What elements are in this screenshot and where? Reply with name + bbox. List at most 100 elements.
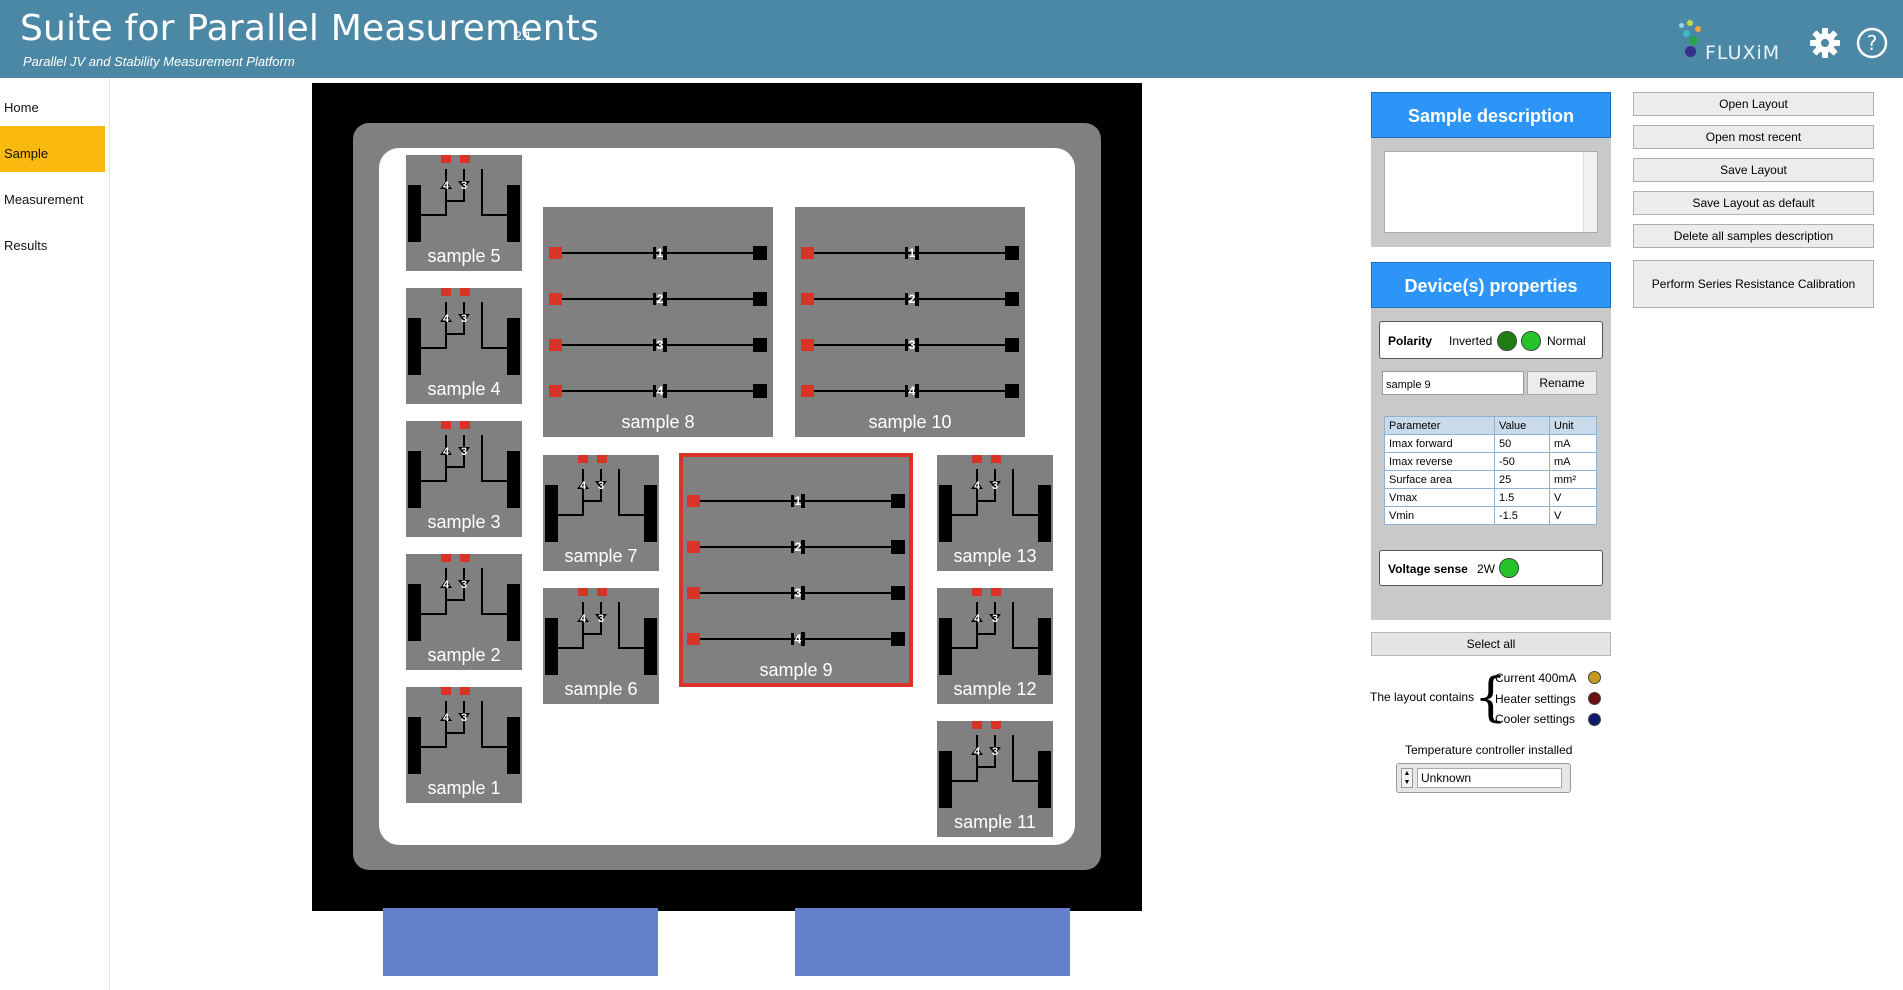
table-row: Imax forward 50 mA xyxy=(1384,434,1597,453)
help-icon[interactable]: ? xyxy=(1855,26,1889,60)
spin-arrows-icon[interactable]: ▲ ▼ xyxy=(1401,768,1413,788)
delete-all-descriptions-button[interactable]: Delete all samples description xyxy=(1633,224,1874,248)
pixel-label: 3 xyxy=(992,480,998,492)
cooler-indicator-led xyxy=(1588,713,1601,726)
polarity-inverted-label: Inverted xyxy=(1449,334,1493,348)
open-most-recent-button[interactable]: Open most recent xyxy=(1633,125,1874,149)
pixel-label: 4 xyxy=(443,313,450,325)
temperature-controller-label: Temperature controller installed xyxy=(1405,743,1573,757)
pixel-label: 3 xyxy=(992,746,998,758)
table-header-row: Parameter Value Unit xyxy=(1384,416,1597,435)
table-row: Vmin -1.5 V xyxy=(1384,506,1597,525)
polarity-normal-led[interactable] xyxy=(1521,331,1541,351)
sample-description-panel: Sample description xyxy=(1371,92,1611,247)
param-unit: mm² xyxy=(1549,470,1597,489)
sample-name-value: sample 9 xyxy=(1386,379,1431,391)
pixel-label: 4 xyxy=(443,579,450,591)
param-unit: mA xyxy=(1549,452,1597,471)
voltage-sense-value: 2W xyxy=(1477,562,1495,576)
sample-label: sample 3 xyxy=(427,512,501,532)
param-value[interactable]: 50 xyxy=(1493,434,1551,453)
polarity-inverted-led[interactable] xyxy=(1497,331,1517,351)
layout-item-cooler: Cooler settings xyxy=(1495,712,1576,726)
sidebar-item-results[interactable]: Results xyxy=(0,218,105,264)
pixel-label: 3 xyxy=(598,613,604,625)
pixel-label: 3 xyxy=(461,446,467,458)
sidebar-item-label: Results xyxy=(4,238,48,253)
sample-label: sample 2 xyxy=(427,645,501,665)
sample-tile[interactable]: 4 3 sample 12 xyxy=(937,588,1053,704)
rename-button[interactable]: Rename xyxy=(1527,371,1597,395)
param-unit: V xyxy=(1549,506,1597,525)
device-properties-panel: Device(s) properties Polarity Inverted N… xyxy=(1371,262,1611,620)
sample-tile[interactable]: 4 3 sample 5 xyxy=(406,155,522,271)
gear-icon[interactable] xyxy=(1808,26,1842,60)
sample-tile[interactable]: 1 2 3 4 sample 9 xyxy=(679,453,913,687)
pixel-label: 2 xyxy=(795,540,802,554)
sample-tile[interactable]: 4 3 sample 7 xyxy=(543,455,659,571)
sample-label: sample 7 xyxy=(564,546,638,566)
polarity-label: Polarity xyxy=(1388,334,1433,348)
layout-contains-label: The layout contains xyxy=(1370,690,1475,704)
param-value[interactable]: -1.5 xyxy=(1493,506,1551,525)
select-all-button[interactable]: Select all xyxy=(1371,632,1611,656)
series-resistance-calibration-button[interactable]: Perform Series Resistance Calibration xyxy=(1633,260,1874,308)
sample-label: sample 6 xyxy=(564,679,638,699)
param-name: Surface area xyxy=(1384,470,1495,489)
sidebar: Home Sample Measurement Results xyxy=(0,78,110,990)
sample-tile[interactable]: 4 3 sample 1 xyxy=(406,687,522,803)
sidebar-item-sample[interactable]: Sample xyxy=(0,126,105,172)
logo-text: FLUXiM xyxy=(1705,42,1781,64)
sample-tile[interactable]: 4 3 sample 3 xyxy=(406,421,522,537)
voltage-sense-label: Voltage sense xyxy=(1388,562,1468,576)
pixel-label: 3 xyxy=(795,586,802,600)
table-header: Value xyxy=(1493,416,1551,435)
sample-schematic: 1 2 3 4 xyxy=(549,246,767,398)
table-row: Surface area 25 mm² xyxy=(1384,470,1597,489)
param-value[interactable]: 1.5 xyxy=(1493,488,1551,507)
pixel-label: 1 xyxy=(909,246,916,260)
pixel-label: 4 xyxy=(657,384,664,398)
sidebar-item-measurement[interactable]: Measurement xyxy=(0,172,105,218)
voltage-sense-box: Voltage sense 2W xyxy=(1379,550,1603,586)
sample-tile[interactable]: 1 2 3 4 sample 10 xyxy=(795,207,1025,437)
param-value[interactable]: 25 xyxy=(1493,470,1551,489)
sample-tile[interactable]: 4 3 sample 4 xyxy=(406,288,522,404)
sidebar-item-label: Sample xyxy=(4,146,49,161)
device-properties-title: Device(s) properties xyxy=(1371,262,1611,308)
voltage-sense-led[interactable] xyxy=(1499,558,1519,578)
sample-label: sample 5 xyxy=(427,246,501,266)
save-layout-default-button[interactable]: Save Layout as default xyxy=(1633,191,1874,215)
param-value[interactable]: -50 xyxy=(1493,452,1551,471)
pixel-label: 4 xyxy=(795,632,802,646)
param-name: Vmax xyxy=(1384,488,1495,507)
description-scrollbar[interactable] xyxy=(1583,152,1597,232)
sample-tile[interactable]: 4 3 sample 6 xyxy=(543,588,659,704)
pixel-label: 4 xyxy=(443,712,450,724)
pixel-label: 4 xyxy=(974,480,981,492)
param-name: Imax reverse xyxy=(1384,452,1495,471)
temperature-controller-select[interactable]: ▲ ▼ Unknown xyxy=(1396,763,1571,793)
heater-indicator-led xyxy=(1588,692,1601,705)
sample-name-input[interactable]: sample 9 xyxy=(1382,371,1524,395)
sample-tile[interactable]: 4 3 sample 2 xyxy=(406,554,522,670)
temperature-controller-value: Unknown xyxy=(1417,768,1562,788)
connector-left xyxy=(383,908,658,976)
device-parameters-table: Parameter Value Unit Imax forward 50 mA … xyxy=(1384,416,1597,525)
sample-label: sample 8 xyxy=(621,412,695,432)
param-name: Vmin xyxy=(1384,506,1495,525)
sample-tile[interactable]: 4 3 sample 13 xyxy=(937,455,1053,571)
sample-tile[interactable]: 1 2 3 4 sample 8 xyxy=(543,207,773,437)
pixel-label: 1 xyxy=(795,494,802,508)
save-layout-button[interactable]: Save Layout xyxy=(1633,158,1874,182)
fluxim-logo: FLUXiM xyxy=(1675,20,1795,65)
sidebar-item-home[interactable]: Home xyxy=(0,80,105,126)
sample-tile[interactable]: 4 3 sample 11 xyxy=(937,721,1053,837)
polarity-normal-label: Normal xyxy=(1547,334,1586,348)
pixel-label: 4 xyxy=(909,384,916,398)
pixel-label: 3 xyxy=(909,338,916,352)
sample-description-title: Sample description xyxy=(1371,92,1611,138)
open-layout-button[interactable]: Open Layout xyxy=(1633,92,1874,116)
pixel-label: 4 xyxy=(580,480,587,492)
sample-description-input[interactable] xyxy=(1384,151,1598,233)
